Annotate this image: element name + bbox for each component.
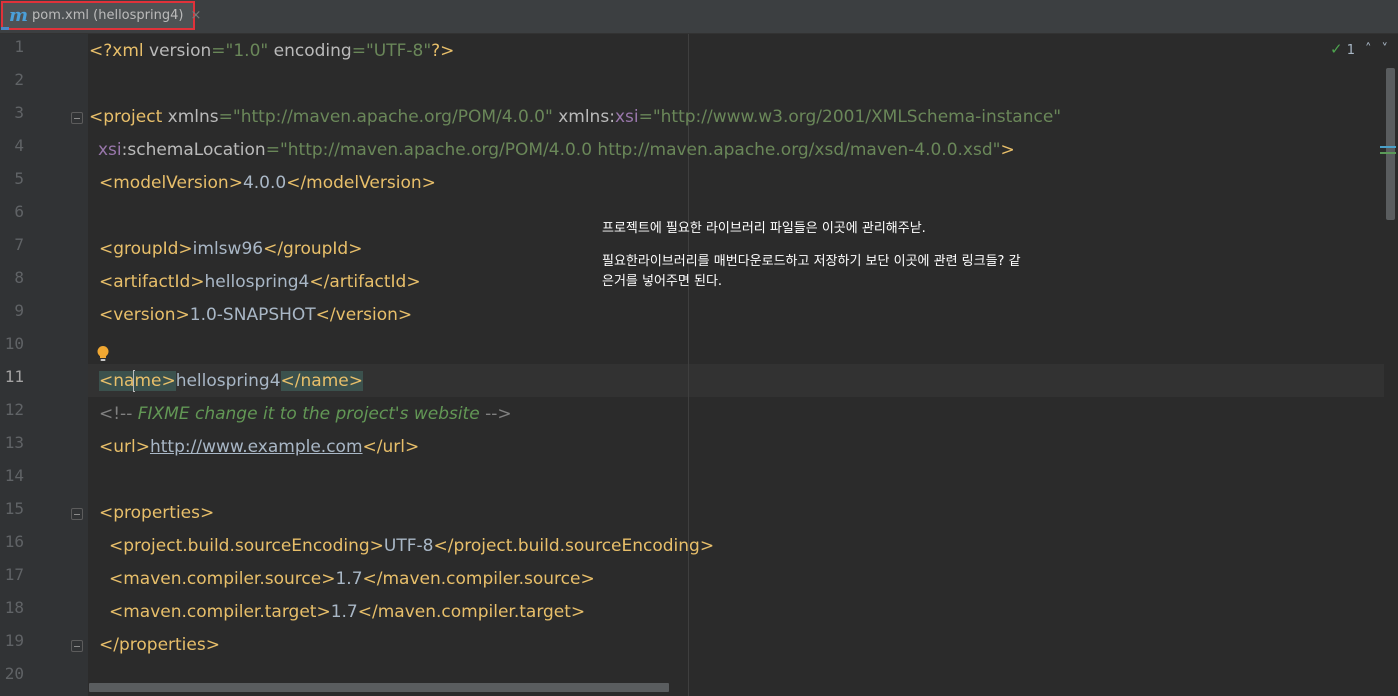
line-number: 14 (4, 466, 24, 485)
chevron-up-icon[interactable]: ˄ (1365, 42, 1372, 57)
code-line-17: <maven.compiler.source>1.7</maven.compil… (109, 569, 595, 589)
vertical-scrollbar[interactable] (1386, 68, 1395, 220)
line-number: 8 (14, 268, 24, 287)
chevron-down-icon[interactable]: ˅ (1382, 42, 1389, 57)
code-line-11: <name>hellospring4</name> (99, 370, 363, 392)
line-number: 15 (4, 499, 24, 518)
code-line-8: <artifactId>hellospring4</artifactId> (99, 272, 421, 292)
code-line-18: <maven.compiler.target>1.7</maven.compil… (109, 602, 586, 622)
code-line-16: <project.build.sourceEncoding>UTF-8</pro… (109, 536, 715, 556)
tab-label: pom.xml (hellospring4) (32, 8, 184, 23)
line-number: 12 (4, 400, 24, 419)
line-number: 1 (14, 37, 24, 56)
inspection-status: ✓ 1 ˄ ˅ (1330, 40, 1388, 58)
annotation-note: 프로젝트에 필요한 라이브러리 파일들은 이곳에 관리해주낟. 필요한라이브러리… (602, 219, 1022, 305)
line-number: 19 (4, 631, 24, 650)
code-line-1: <?xml version="1.0" encoding="UTF-8"?> (89, 41, 455, 61)
line-number: 3 (14, 103, 24, 122)
fold-toggle-icon[interactable] (71, 640, 83, 652)
code-line-13: <url>http://www.example.com</url> (99, 437, 420, 457)
maven-icon: m (9, 4, 29, 26)
code-line-9: <version>1.0-SNAPSHOT</version> (99, 305, 413, 325)
lightbulb-icon[interactable] (96, 345, 110, 363)
line-number: 16 (4, 532, 24, 551)
fold-toggle-icon[interactable] (71, 508, 83, 520)
code-editor[interactable]: <?xml version="1.0" encoding="UTF-8"?> <… (88, 34, 1384, 696)
line-number: 18 (4, 598, 24, 617)
line-number: 5 (14, 169, 24, 188)
scroll-marker (1380, 146, 1396, 148)
tab-pom-xml[interactable]: m pom.xml (hellospring4) × (1, 1, 201, 30)
line-number: 6 (14, 202, 24, 221)
status-count[interactable]: ✓ 1 (1330, 40, 1355, 58)
scroll-marker (1380, 152, 1396, 154)
line-number: 7 (14, 235, 24, 254)
code-line-7: <groupId>imlsw96</groupId> (99, 239, 363, 259)
note-line-1: 프로젝트에 필요한 라이브러리 파일들은 이곳에 관리해주낟. (602, 221, 926, 236)
line-number-active: 11 (4, 367, 24, 386)
code-line-19: </properties> (99, 635, 220, 655)
line-number: 4 (14, 136, 24, 155)
code-line-5: <modelVersion>4.0.0</modelVersion> (99, 173, 436, 193)
line-number: 10 (4, 334, 24, 353)
line-number: 17 (4, 565, 24, 584)
horizontal-scrollbar[interactable] (89, 683, 669, 692)
line-number: 2 (14, 70, 24, 89)
note-line-2: 필요한라이브러리를 매번다운로드하고 저장하기 보단 이곳에 관련 링크들? 같… (602, 254, 1021, 289)
url-link[interactable]: http://www.example.com (150, 437, 363, 457)
check-icon: ✓ (1330, 40, 1343, 58)
tab-active-indicator (1, 27, 9, 30)
fold-toggle-icon[interactable] (71, 112, 83, 124)
code-line-3: <project xmlns="http://maven.apache.org/… (89, 107, 1062, 127)
code-line-12: <!-- FIXME change it to the project's we… (99, 404, 512, 424)
editor-tab-bar: m pom.xml (hellospring4) × (0, 0, 1398, 34)
code-line-15: <properties> (99, 503, 215, 523)
line-number: 9 (14, 301, 24, 320)
line-number: 13 (4, 433, 24, 452)
line-number: 20 (4, 664, 24, 683)
code-line-4: xsi:schemaLocation="http://maven.apache.… (98, 140, 1015, 160)
line-number-gutter[interactable]: 1 2 3 4 5 6 7 8 9 10 11 12 13 14 15 16 1… (0, 34, 88, 696)
close-icon[interactable]: × (190, 8, 201, 23)
